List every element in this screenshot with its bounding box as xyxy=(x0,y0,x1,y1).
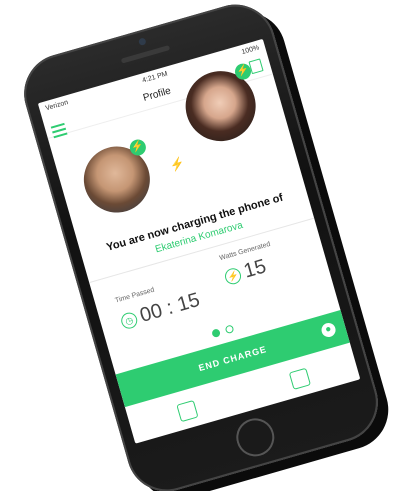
list-icon[interactable] xyxy=(175,400,199,423)
battery: 100% xyxy=(240,43,260,56)
camera xyxy=(138,37,147,47)
pager-dot[interactable] xyxy=(224,324,235,335)
settings-icon[interactable] xyxy=(288,367,311,391)
bolt-icon: ⚡ xyxy=(223,266,243,287)
divider xyxy=(89,217,315,284)
pager-dots[interactable] xyxy=(211,324,235,339)
avatar-user xyxy=(76,138,158,221)
stage: Verizon 4:21 PM 100% Profile ⚡ ⚡ ⚡ You a… xyxy=(0,0,409,491)
earpiece xyxy=(120,45,171,64)
pager-dot[interactable] xyxy=(211,328,222,339)
screen: Verizon 4:21 PM 100% Profile ⚡ ⚡ ⚡ You a… xyxy=(37,38,361,444)
bolt-icon: ⚡ xyxy=(168,155,187,174)
phone: Verizon 4:21 PM 100% Profile ⚡ ⚡ ⚡ You a… xyxy=(14,0,388,491)
watts-generated-value: 15 xyxy=(241,255,269,283)
home-button[interactable] xyxy=(231,413,279,461)
clock-icon: ◷ xyxy=(119,310,140,331)
